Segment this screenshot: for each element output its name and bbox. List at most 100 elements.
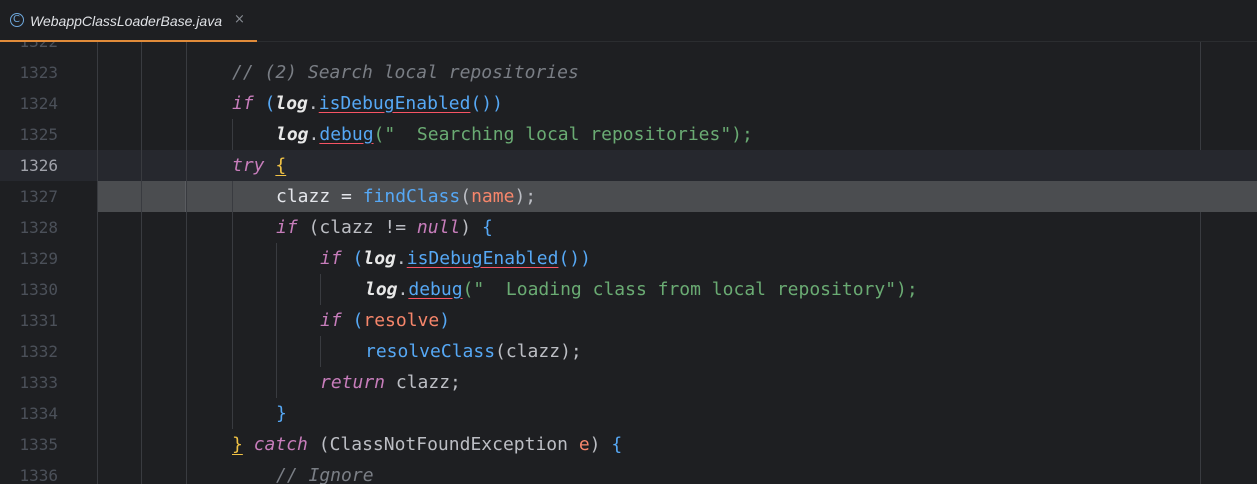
- code-line[interactable]: 1329 if (log.isDebugEnabled()): [0, 243, 1257, 274]
- close-icon[interactable]: ×: [234, 10, 245, 30]
- indent-guide: [232, 181, 233, 429]
- indent-guide: [141, 42, 142, 484]
- class-name: ClassNotFoundException: [329, 434, 568, 455]
- method-call: isDebugEnabled: [406, 248, 559, 269]
- punctuation: (: [341, 310, 364, 331]
- code-line-current[interactable]: 1326 try {: [0, 150, 1257, 181]
- keyword: try: [232, 155, 265, 176]
- code-line[interactable]: 1333 return clazz;: [0, 367, 1257, 398]
- code-line[interactable]: 1328 if (clazz != null) {: [0, 212, 1257, 243]
- field: log: [275, 93, 308, 114]
- punctuation: [568, 434, 579, 455]
- code-text: return clazz;: [320, 367, 461, 398]
- comment: // (2) Search local repositories: [232, 62, 579, 83]
- brace: }: [276, 403, 287, 424]
- field: log: [365, 279, 398, 300]
- line-number: 1322: [0, 42, 58, 57]
- punctuation: (: [460, 186, 472, 207]
- method-call: findClass: [362, 186, 461, 207]
- keyword: null: [416, 217, 461, 238]
- code-line[interactable]: 1323 // (2) Search local repositories: [0, 57, 1257, 88]
- field: log: [276, 124, 309, 145]
- keyword: if: [320, 248, 342, 269]
- punctuation: .: [397, 279, 409, 300]
- code-line[interactable]: 1325 log.debug(" Searching local reposit…: [0, 119, 1257, 150]
- line-number: 1328: [19, 218, 58, 237]
- keyword: if: [232, 93, 254, 114]
- indent-guide: [276, 367, 277, 398]
- code-text: log.debug(" Searching local repositories…: [276, 119, 753, 150]
- code-text: // (2) Search local repositories: [232, 57, 579, 88]
- indent-guide: [276, 336, 277, 367]
- keyword: catch: [253, 434, 308, 455]
- tab-webapp-class-loader-base[interactable]: WebappClassLoaderBase.java ×: [0, 0, 257, 42]
- code-text: log.debug(" Loading class from local rep…: [365, 274, 918, 305]
- gutter-row: 1327: [0, 181, 97, 212]
- line-number: 1330: [19, 280, 58, 299]
- indent-guide: [276, 305, 277, 336]
- line-number: 1332: [19, 342, 58, 361]
- line-number: 1326: [19, 156, 58, 175]
- parameter: e: [578, 434, 590, 455]
- code-text: if (log.isDebugEnabled()): [320, 243, 591, 274]
- comment: // Ignore: [276, 465, 374, 484]
- method-call: debug: [319, 124, 374, 145]
- code-line[interactable]: 1324 if (log.isDebugEnabled()): [0, 88, 1257, 119]
- line-number: 1325: [19, 125, 58, 144]
- method-call: debug: [408, 279, 463, 300]
- code-text: if (resolve): [320, 305, 450, 336]
- method-call: resolveClass: [365, 341, 496, 362]
- brace: {: [481, 217, 493, 238]
- code-text: // Ignore: [276, 460, 374, 484]
- code-line[interactable]: 1330 log.debug(" Loading class from loca…: [0, 274, 1257, 305]
- parameter: resolve: [363, 310, 440, 331]
- punctuation: (: [341, 248, 364, 269]
- matched-brace: {: [275, 155, 287, 176]
- punctuation: .: [395, 248, 407, 269]
- code-line[interactable]: 1332 resolveClass(clazz);: [0, 336, 1257, 367]
- line-number: 1323: [19, 63, 58, 82]
- line-number: 1324: [19, 94, 58, 113]
- brace: {: [611, 434, 623, 455]
- code-line[interactable]: 1335 } catch (ClassNotFoundException e) …: [0, 429, 1257, 460]
- punctuation: (: [307, 434, 330, 455]
- code-text: }: [276, 398, 287, 429]
- string: Searching local repositories: [395, 124, 721, 145]
- line-number: 1327: [19, 187, 58, 206]
- indent-guide: [320, 274, 321, 305]
- punctuation: );: [514, 186, 537, 207]
- indent-guide: [276, 274, 277, 305]
- line-number: 1336: [19, 466, 58, 484]
- punctuation: ()): [558, 248, 591, 269]
- code-line[interactable]: 1336 // Ignore: [0, 460, 1257, 484]
- matched-brace: }: [232, 434, 243, 455]
- code-editor[interactable]: 1322 1323 // (2) Search local repositori…: [0, 42, 1257, 484]
- line-number: 1334: [19, 404, 58, 423]
- code-text: if (clazz != null) {: [276, 212, 493, 243]
- punctuation: [243, 434, 254, 455]
- code-line[interactable]: 1331 if (resolve): [0, 305, 1257, 336]
- indent-guide: [97, 42, 98, 484]
- punctuation: ): [589, 434, 612, 455]
- punctuation: .: [307, 93, 319, 114]
- line-number: 1333: [19, 373, 58, 392]
- punctuation: .: [308, 124, 320, 145]
- code-line-selected[interactable]: clazz = findClass(name);: [97, 181, 1257, 212]
- code-line[interactable]: 1322: [0, 42, 1257, 57]
- punctuation: ): [460, 217, 482, 238]
- string: ");: [720, 124, 753, 145]
- identifier: clazz =: [276, 186, 363, 207]
- keyword: return: [320, 372, 386, 393]
- line-number: 1335: [19, 435, 58, 454]
- code-text: } catch (ClassNotFoundException e) {: [232, 429, 622, 460]
- indent-guide: [232, 119, 233, 150]
- string: Loading class from local repository: [484, 279, 886, 300]
- punctuation: clazz;: [385, 372, 461, 393]
- code-text: try {: [232, 150, 286, 181]
- editor-tab-bar: WebappClassLoaderBase.java ×: [0, 0, 1257, 42]
- code-line[interactable]: 1334 }: [0, 398, 1257, 429]
- indent-guide: [186, 42, 187, 484]
- code-text: resolveClass(clazz);: [365, 336, 582, 367]
- keyword: if: [320, 310, 342, 331]
- string: (": [373, 124, 396, 145]
